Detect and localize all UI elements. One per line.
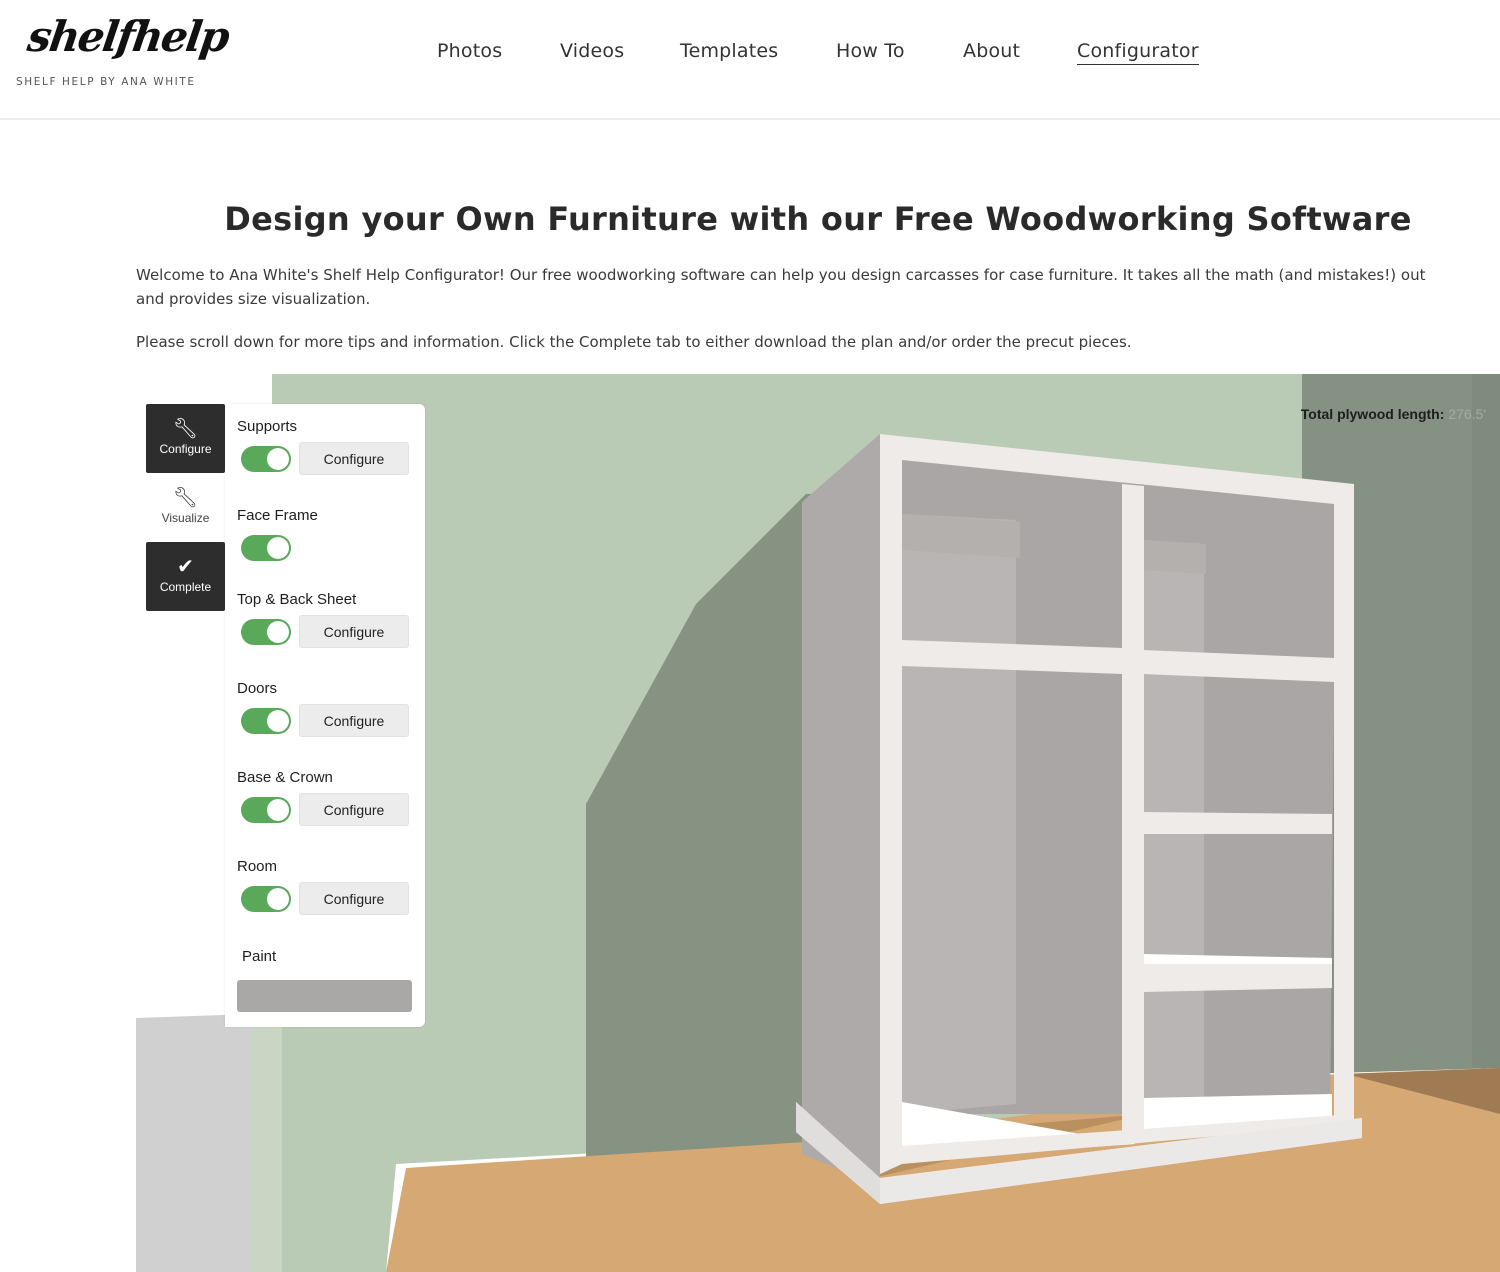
toggle-knob [267,888,289,910]
toggle-knob [267,799,289,821]
section-doors: Doors Configure [237,680,409,737]
top-back-sheet-configure-button[interactable]: Configure [299,615,409,648]
nav-videos[interactable]: Videos [560,40,624,62]
wrench-icon: 🔧︎ [172,487,199,509]
section-room: Room Configure [237,858,409,915]
interior-left-lit [902,514,1016,1114]
tab-configure-label: Configure [159,442,212,456]
nav-templates[interactable]: Templates [680,40,778,62]
intro-paragraph-1: Welcome to Ana White's Shelf Help Config… [136,263,1500,311]
plywood-value: 276.5' [1448,406,1486,422]
section-label: Room [237,858,278,875]
toggle-knob [267,537,289,559]
base-crown-toggle[interactable] [241,797,291,823]
doors-toggle[interactable] [241,708,291,734]
plywood-total: Total plywood length: 276.5' [1301,406,1486,422]
supports-toggle[interactable] [241,446,291,472]
tab-complete-label: Complete [159,580,212,594]
wrench-icon: 🔧︎ [172,418,199,440]
section-face-frame: Face Frame [237,507,318,561]
intro-line-2: and provides size visualization. [136,290,371,308]
wall-right-corner [1472,374,1500,1068]
intro-paragraph-2: Please scroll down for more tips and inf… [136,333,1132,351]
toggle-knob [267,448,289,470]
site-header: shelfhelp SHELF HELP BY ANA WHITE Photos… [0,0,1500,120]
left-box [136,1014,252,1272]
paint-color-swatch[interactable] [237,980,412,1012]
paint-label: Paint [242,948,277,965]
section-label: Base & Crown [237,769,333,786]
top-back-sheet-toggle[interactable] [241,619,291,645]
checkmark-icon: ✔ [177,556,194,578]
tab-configure[interactable]: 🔧︎ Configure [146,404,225,473]
section-base-crown: Base & Crown Configure [237,769,409,826]
options-panel: Supports Configure Face Frame Top & Back… [225,404,425,1027]
face-frame-toggle[interactable] [241,535,291,561]
side-tabs: 🔧︎ Configure 🔧︎ Visualize ✔ Complete [146,404,226,611]
tab-visualize[interactable]: 🔧︎ Visualize [146,473,225,542]
supports-configure-button[interactable]: Configure [299,442,409,475]
section-label: Top & Back Sheet [237,591,357,608]
intro-line-1: Welcome to Ana White's Shelf Help Config… [136,266,1426,284]
base-crown-configure-button[interactable]: Configure [299,793,409,826]
tab-visualize-label: Visualize [161,511,210,525]
room-toggle[interactable] [241,886,291,912]
nav-how-to[interactable]: How To [836,40,905,62]
intro-text: Welcome to Ana White's Shelf Help Config… [136,263,1500,373]
section-top-back-sheet: Top & Back Sheet Configure [237,591,409,648]
nav-configurator[interactable]: Configurator [1077,40,1199,65]
nav-photos[interactable]: Photos [437,40,502,62]
section-label: Face Frame [237,507,318,524]
section-supports: Supports Configure [237,418,409,475]
toggle-knob [267,710,289,732]
room-configure-button[interactable]: Configure [299,882,409,915]
main-nav: Photos Videos Templates How To About Con… [0,40,1500,70]
cabinet-side [802,434,880,1186]
tab-complete[interactable]: ✔ Complete [146,542,225,611]
doors-configure-button[interactable]: Configure [299,704,409,737]
left-box-edge [252,1014,282,1272]
logo-subtitle: SHELF HELP BY ANA WHITE [16,76,196,88]
cleat-right [1144,540,1206,574]
toggle-knob [267,621,289,643]
page-title: Design your Own Furniture with our Free … [224,200,1412,238]
plywood-label: Total plywood length: [1300,406,1445,422]
nav-about[interactable]: About [963,40,1020,62]
section-label: Supports [237,418,298,435]
section-label: Doors [237,680,278,697]
